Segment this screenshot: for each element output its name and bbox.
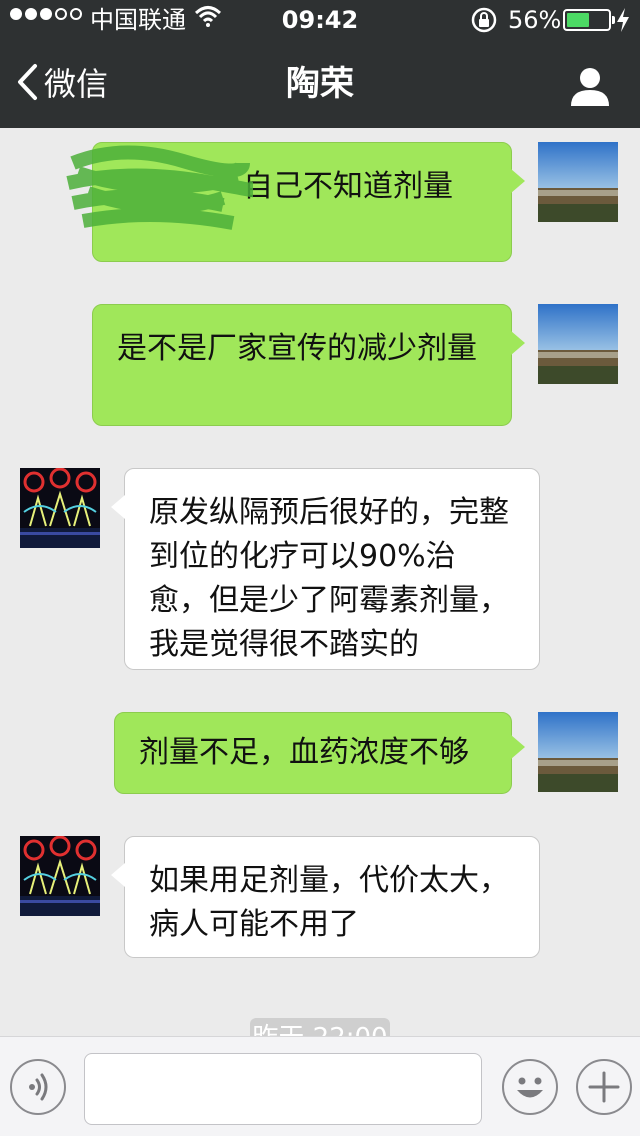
- battery-level-fill: [567, 13, 589, 27]
- battery-icon: [563, 9, 615, 31]
- contact-avatar[interactable]: [20, 468, 100, 548]
- more-button[interactable]: [576, 1059, 632, 1115]
- input-bar: [0, 1036, 640, 1136]
- chevron-left-icon: [16, 63, 38, 105]
- message-text: 剂量不足，血药浓度不够: [139, 735, 469, 770]
- back-button-label: 微信: [44, 65, 109, 103]
- charging-bolt-icon: [616, 8, 630, 38]
- message-text: 原发纵隔预后很好的，完整到位的化疗可以90%治愈，但是少了阿霉素剂量，我是觉得很…: [149, 495, 509, 662]
- rotation-lock-icon: [470, 6, 498, 40]
- voice-icon: [29, 1073, 48, 1101]
- contact-avatar[interactable]: [20, 836, 100, 916]
- profile-button[interactable]: [568, 64, 612, 108]
- top-bar: 中国联通 09:42 56% 微信 陶荣: [0, 0, 640, 128]
- chat-area[interactable]: 自己不知道剂量 是不是厂家宣传的减少剂量 原发纵隔预后很好的，完整到位的化疗可以…: [0, 128, 640, 1036]
- nav-bar: 微信 陶荣: [0, 40, 640, 128]
- timestamp-pill: 昨天 22:00: [250, 1018, 390, 1036]
- emoji-icon: [517, 1077, 543, 1098]
- my-avatar[interactable]: [538, 712, 618, 792]
- message-bubble-contact[interactable]: 如果用足剂量，代价太大，病人可能不用了: [111, 836, 540, 958]
- message-bubble-contact[interactable]: 原发纵隔预后很好的，完整到位的化疗可以90%治愈，但是少了阿霉素剂量，我是觉得很…: [111, 468, 540, 670]
- my-avatar[interactable]: [538, 304, 618, 384]
- message-text: 如果用足剂量，代价太大，病人可能不用了: [149, 863, 509, 942]
- redaction-scribble: [66, 145, 253, 230]
- profile-person-icon: [571, 68, 609, 106]
- battery-percent: 56%: [508, 6, 562, 34]
- back-button[interactable]: 微信: [16, 62, 108, 106]
- status-bar: 中国联通 09:42 56%: [0, 0, 640, 40]
- message-input[interactable]: [84, 1053, 482, 1125]
- plus-icon: [588, 1071, 620, 1103]
- voice-button[interactable]: [10, 1059, 66, 1115]
- my-avatar[interactable]: [538, 142, 618, 222]
- message-bubble-mine[interactable]: 剂量不足，血药浓度不够: [114, 712, 525, 794]
- message-text: 是不是厂家宣传的减少剂量: [117, 331, 477, 366]
- message-bubble-mine[interactable]: 是不是厂家宣传的减少剂量: [92, 304, 525, 426]
- emoji-button[interactable]: [502, 1059, 558, 1115]
- message-bubble-mine[interactable]: 自己不知道剂量: [66, 142, 525, 262]
